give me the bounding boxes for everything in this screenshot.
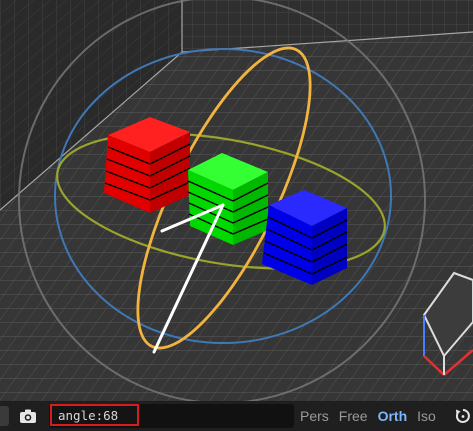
- command-input[interactable]: [50, 404, 139, 426]
- red-block[interactable]: [104, 117, 191, 213]
- view-mode-free[interactable]: Free: [339, 408, 368, 424]
- 3d-viewport[interactable]: [0, 0, 473, 401]
- view-mode-orth[interactable]: Orth: [378, 408, 408, 424]
- camera-icon[interactable]: [17, 406, 39, 426]
- scene-canvas: [0, 0, 473, 401]
- view-mode-pers[interactable]: Pers: [300, 408, 329, 424]
- rotate-reset-icon[interactable]: [454, 406, 472, 426]
- command-bar[interactable]: [49, 404, 294, 428]
- view-mode-iso[interactable]: Iso: [417, 408, 436, 424]
- left-panel-handle[interactable]: [0, 406, 9, 426]
- status-bar: Pers Free Orth Iso: [0, 401, 473, 431]
- view-mode-switcher: Pers Free Orth Iso: [300, 401, 446, 431]
